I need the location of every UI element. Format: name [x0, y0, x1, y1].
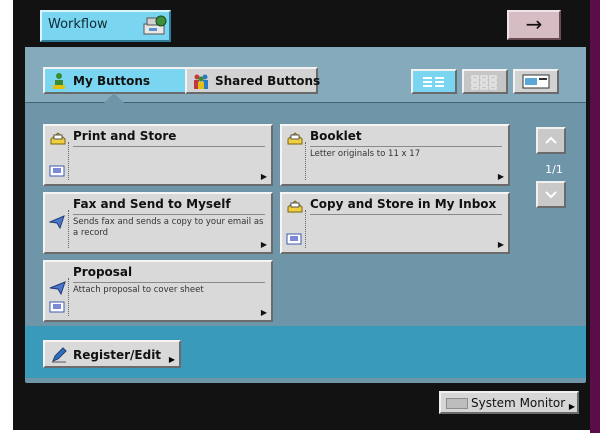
title-rule: [310, 214, 502, 215]
chevron-right-icon: ▶: [260, 308, 267, 317]
tab-shared-buttons-label: Shared Buttons: [215, 74, 321, 88]
button-title: Fax and Send to Myself: [73, 197, 231, 211]
button-title: Booklet: [310, 129, 362, 143]
top-bar: Workflow →: [13, 0, 590, 46]
inbox-icon: [49, 165, 65, 177]
tab-my-buttons-label: My Buttons: [73, 74, 151, 88]
screen-bezel: [590, 0, 600, 433]
system-monitor-label: System Monitor: [471, 396, 566, 410]
monitor-icon: [446, 398, 468, 409]
list-view-icon: [423, 77, 444, 87]
scroll-down-button[interactable]: [536, 181, 566, 208]
button-fax-and-send-to-myself[interactable]: Fax and Send to Myself Sends fax and sen…: [43, 192, 273, 254]
button-print-and-store[interactable]: Print and Store ▶: [43, 124, 273, 186]
pencil-icon: [52, 347, 67, 363]
active-tab-pointer: [104, 93, 124, 103]
copy-icon: [50, 132, 66, 145]
title-rule: [73, 146, 265, 147]
button-booklet[interactable]: Booklet Letter originals to 11 x 17 ▶: [280, 124, 510, 186]
detail-view-button[interactable]: [513, 69, 559, 94]
button-proposal[interactable]: Proposal Attach proposal to cover sheet …: [43, 260, 273, 322]
grid-view-button[interactable]: [462, 69, 508, 94]
workflow-icon: [143, 15, 167, 35]
scroll-up-button[interactable]: [536, 127, 566, 154]
system-monitor-button[interactable]: System Monitor ▶: [439, 391, 579, 414]
title-rule: [310, 146, 502, 147]
divider: [305, 142, 307, 180]
chevron-right-icon: ▶: [497, 240, 504, 249]
register-edit-button[interactable]: Register/Edit ▶: [43, 340, 181, 368]
next-arrow-button[interactable]: →: [507, 10, 561, 40]
copy-icon: [287, 200, 303, 213]
group-icon: [194, 74, 208, 89]
button-description: Letter originals to 11 x 17: [310, 149, 421, 159]
divider: [305, 210, 307, 248]
title-rule: [73, 282, 265, 283]
chevron-right-icon: ▶: [260, 240, 267, 249]
inbox-icon: [49, 301, 65, 313]
workflow-label: Workflow: [48, 17, 108, 32]
button-description: Attach proposal to cover sheet: [73, 285, 204, 295]
chevron-up-icon: [545, 136, 557, 144]
chevron-right-icon: ▶: [568, 402, 575, 411]
list-view-button[interactable]: [411, 69, 457, 94]
inbox-icon: [286, 233, 302, 245]
divider: [68, 210, 70, 248]
workflow-tab[interactable]: Workflow: [40, 10, 171, 42]
button-description: Sends fax and sends a copy to your email…: [73, 217, 264, 238]
chevron-right-icon: ▶: [168, 355, 175, 364]
button-title: Print and Store: [73, 129, 177, 143]
tab-my-buttons[interactable]: My Buttons: [43, 67, 190, 94]
send-icon: [49, 215, 65, 230]
chevron-right-icon: ▶: [260, 172, 267, 181]
chevron-down-icon: [545, 191, 557, 199]
page-count: 1/1: [545, 163, 563, 176]
register-edit-label: Register/Edit: [73, 348, 162, 362]
my-buttons-panel: My Buttons Shared Buttons Print and Stor…: [25, 47, 586, 383]
send-icon: [49, 281, 66, 296]
button-title: Proposal: [73, 265, 133, 279]
title-rule: [73, 214, 265, 215]
divider: [68, 278, 70, 316]
divider: [68, 142, 70, 180]
copy-icon: [287, 132, 303, 145]
button-copy-and-store-in-my-inbox[interactable]: Copy and Store in My Inbox ▶: [280, 192, 510, 254]
grid-view-icon: [471, 75, 497, 90]
detail-view-icon: [522, 74, 550, 89]
person-icon: [53, 73, 65, 89]
device-screen: Workflow → My Buttons Shared Buttons Pri…: [13, 0, 590, 430]
chevron-right-icon: ▶: [497, 172, 504, 181]
tab-shared-buttons[interactable]: Shared Buttons: [185, 67, 321, 94]
button-title: Copy and Store in My Inbox: [310, 197, 497, 211]
